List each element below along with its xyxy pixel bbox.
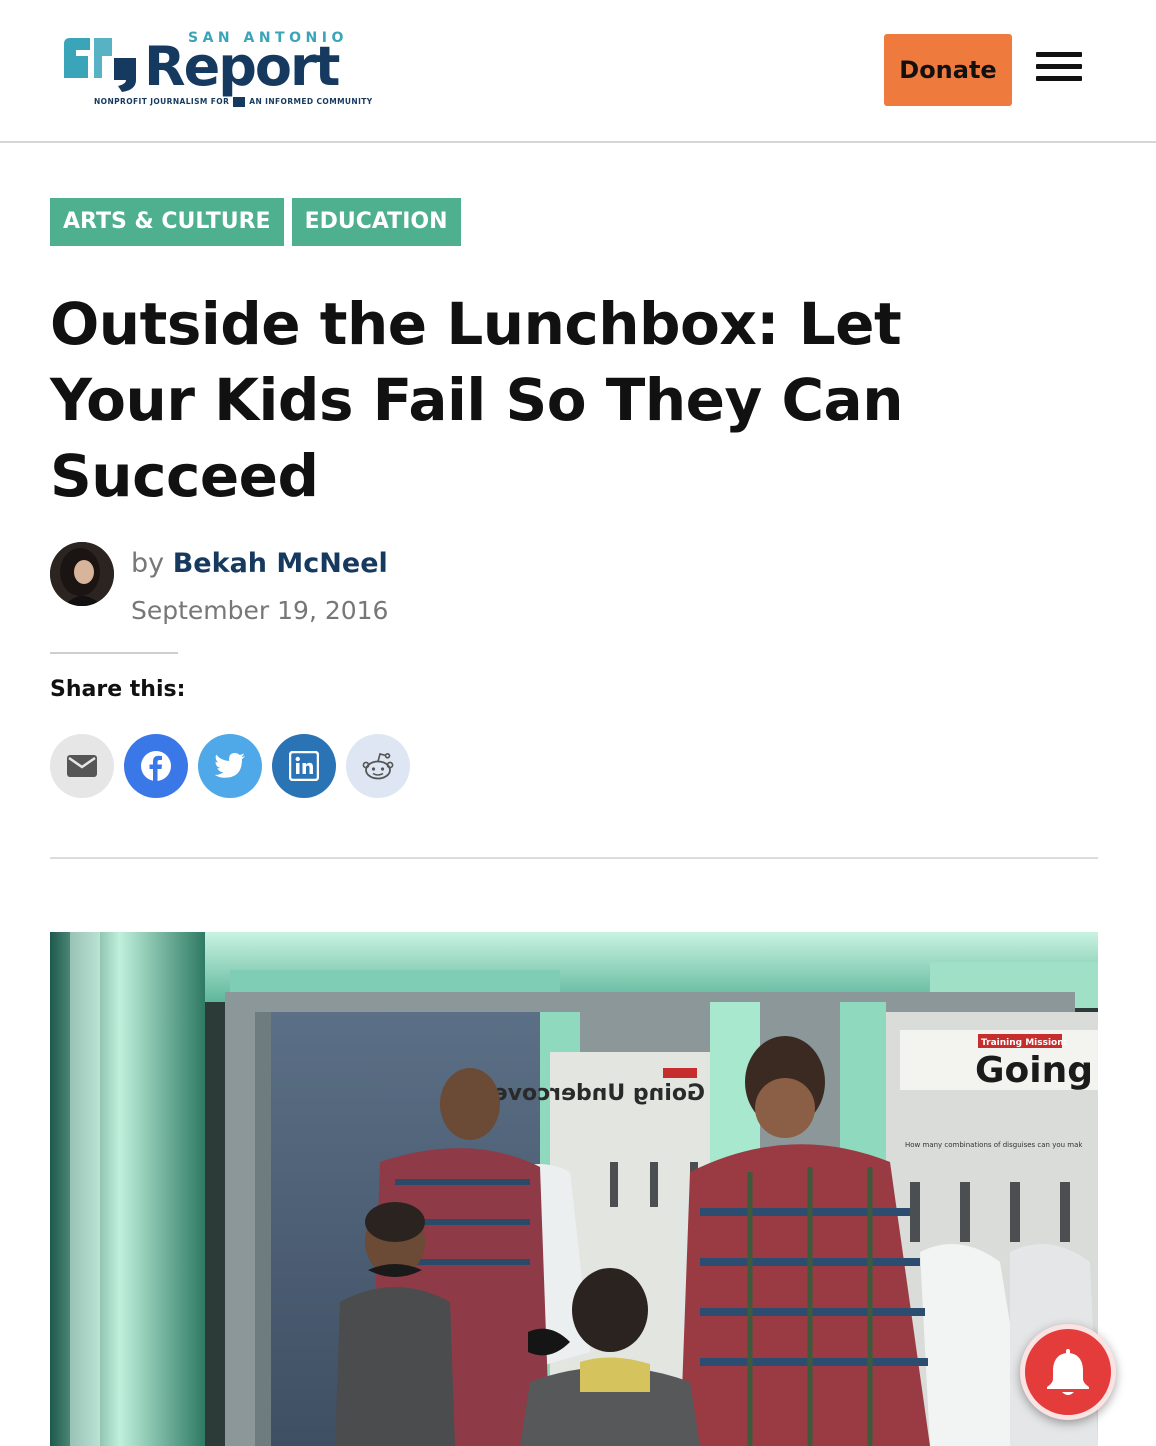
logo-tagline-right: AN INFORMED COMMUNITY <box>249 97 373 106</box>
share-reddit-button[interactable] <box>346 734 410 798</box>
share-label: Share this: <box>50 677 186 702</box>
divider <box>50 652 178 654</box>
reddit-icon <box>362 753 394 780</box>
category-arts-culture[interactable]: ARTS & CULTURE <box>50 198 284 246</box>
twitter-icon <box>214 753 245 778</box>
email-icon <box>67 755 97 777</box>
byline: by Bekah McNeel <box>131 548 388 579</box>
hamburger-menu-icon[interactable] <box>1036 52 1082 88</box>
logo-tagline-bar <box>233 97 246 107</box>
share-email-button[interactable] <box>50 734 114 798</box>
avatar-image <box>50 542 114 606</box>
share-facebook-button[interactable] <box>124 734 188 798</box>
byline-prefix: by <box>131 548 165 579</box>
share-buttons <box>50 734 410 798</box>
site-header: SAN ANTONIO Report NONPROFIT JOURNALISM … <box>0 0 1156 143</box>
logo-name: Report <box>144 35 340 98</box>
mirror-sign-large: Going Undercover <box>482 1081 705 1106</box>
notification-bell-button[interactable] <box>1020 1324 1116 1420</box>
menu-line <box>1036 64 1082 69</box>
featured-image: Training Mission: Going U How many combi… <box>50 932 1098 1446</box>
hero-sign-small: Training Mission: <box>981 1038 1067 1048</box>
quote-mark-icon <box>64 38 136 92</box>
donate-button[interactable]: Donate <box>884 34 1012 106</box>
linkedin-icon <box>289 751 319 781</box>
hero-sign-large: Going U <box>975 1050 1098 1091</box>
publish-date: September 19, 2016 <box>131 596 389 625</box>
author-link[interactable]: Bekah McNeel <box>173 548 388 579</box>
menu-line <box>1036 52 1082 57</box>
logo-tagline-left: NONPROFIT JOURNALISM FOR <box>94 97 230 106</box>
divider <box>50 857 1098 859</box>
share-twitter-button[interactable] <box>198 734 262 798</box>
site-logo[interactable]: SAN ANTONIO Report NONPROFIT JOURNALISM … <box>60 30 395 112</box>
bell-icon <box>1047 1349 1089 1395</box>
featured-photo: Training Mission: Going U How many combi… <box>50 932 1098 1446</box>
menu-line <box>1036 76 1082 81</box>
author-avatar[interactable] <box>50 542 114 606</box>
category-tags: ARTS & CULTURE EDUCATION <box>50 198 461 246</box>
hero-sign-caption: How many combinations of disguises can y… <box>905 1141 1083 1149</box>
facebook-icon <box>141 751 171 781</box>
logo-tagline: NONPROFIT JOURNALISM FOR AN INFORMED COMM… <box>94 97 373 107</box>
article-title: Outside the Lunchbox: Let Your Kids Fail… <box>50 290 903 510</box>
category-education[interactable]: EDUCATION <box>291 198 461 246</box>
share-linkedin-button[interactable] <box>272 734 336 798</box>
